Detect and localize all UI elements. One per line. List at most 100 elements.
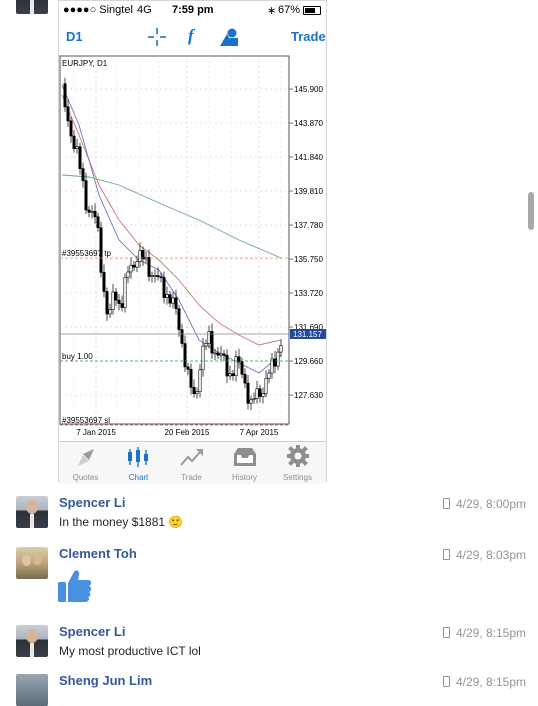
candle bbox=[255, 388, 259, 399]
candle bbox=[261, 393, 265, 397]
candle bbox=[219, 353, 223, 356]
current-price: 131.157 bbox=[293, 330, 322, 339]
candle bbox=[237, 356, 241, 362]
candle bbox=[210, 331, 214, 354]
candle bbox=[231, 373, 235, 377]
tab-chart-label: Chart bbox=[128, 473, 149, 482]
candle bbox=[72, 135, 76, 149]
candle bbox=[168, 294, 172, 304]
candle bbox=[129, 264, 133, 273]
indicators-button[interactable]: f bbox=[188, 26, 194, 46]
y-tick-label: 139.810 bbox=[294, 187, 323, 196]
y-tick-label: 129.660 bbox=[294, 357, 323, 366]
tab-chart[interactable]: Chart bbox=[112, 442, 165, 484]
candle bbox=[75, 146, 79, 149]
bluetooth-icon: ∗ bbox=[267, 5, 277, 17]
candle bbox=[150, 275, 154, 277]
candle bbox=[132, 264, 136, 268]
candle bbox=[243, 373, 247, 384]
candle bbox=[126, 271, 130, 278]
candle bbox=[240, 361, 244, 375]
avatar-spencer-li[interactable] bbox=[16, 625, 48, 657]
candle bbox=[234, 356, 238, 377]
candle bbox=[192, 387, 196, 395]
candle bbox=[279, 345, 283, 353]
candle bbox=[147, 257, 151, 277]
candle bbox=[171, 297, 175, 304]
candle bbox=[267, 372, 271, 379]
candle bbox=[162, 277, 166, 298]
candle bbox=[90, 210, 94, 213]
avatar-spencer-li[interactable] bbox=[16, 496, 48, 528]
message-timestamp: 4/29, 8:00pm bbox=[442, 497, 526, 511]
avatar-sheng-jun-lim[interactable] bbox=[16, 674, 48, 706]
candle bbox=[63, 83, 67, 108]
candle bbox=[111, 291, 115, 310]
candle bbox=[114, 291, 118, 301]
candle bbox=[84, 180, 88, 211]
candle bbox=[216, 352, 220, 356]
candle bbox=[135, 261, 139, 268]
candle bbox=[258, 388, 262, 397]
clock: 7:59 pm bbox=[172, 4, 214, 16]
candle bbox=[225, 354, 229, 377]
sender-name[interactable]: Clement Toh bbox=[59, 546, 137, 561]
candle bbox=[138, 250, 142, 262]
y-tick-label: 135.750 bbox=[294, 255, 323, 264]
y-tick-label: 145.900 bbox=[294, 85, 323, 94]
tab-trade[interactable]: Trade bbox=[165, 442, 218, 484]
y-tick-label: 137.780 bbox=[294, 221, 323, 230]
candle bbox=[96, 216, 100, 229]
candle bbox=[252, 398, 256, 401]
tab-settings[interactable]: Settings bbox=[271, 442, 324, 484]
candle bbox=[174, 297, 178, 310]
mobile-icon bbox=[442, 498, 450, 509]
candle bbox=[183, 343, 187, 368]
battery-icon bbox=[303, 6, 321, 15]
candle bbox=[87, 209, 91, 213]
message-timestamp: 4/29, 8:15pm bbox=[442, 626, 526, 640]
message-timestamp: 4/29, 8:03pm bbox=[442, 548, 526, 562]
candle bbox=[78, 146, 82, 169]
mobile-icon bbox=[442, 549, 450, 560]
tab-settings-label: Settings bbox=[283, 473, 312, 482]
trade-button[interactable]: Trade bbox=[291, 29, 326, 44]
sender-name[interactable]: Spencer Li bbox=[59, 624, 125, 639]
shared-screenshot[interactable]: ●●●●○ Singtel 4G 7:59 pm ∗ 67% D1 f Trad… bbox=[58, 0, 327, 484]
sender-name[interactable]: Spencer Li bbox=[59, 495, 125, 510]
price-chart[interactable]: 145.900 143.870 141.840 139.810 137.780 135.7… bbox=[59, 55, 326, 441]
crosshair-icon[interactable] bbox=[147, 27, 167, 47]
candle bbox=[120, 303, 124, 308]
candle bbox=[81, 168, 85, 181]
candle bbox=[195, 391, 199, 395]
objects-icon[interactable] bbox=[219, 27, 239, 47]
message-text: My most productive ICT lol bbox=[59, 644, 201, 658]
candle bbox=[213, 352, 217, 355]
carrier: ●●●●○ Singtel bbox=[63, 4, 133, 16]
avatar-spencer-li-top[interactable] bbox=[16, 0, 48, 14]
history-icon bbox=[234, 448, 256, 466]
tab-history-label: History bbox=[232, 473, 257, 482]
candle bbox=[108, 309, 112, 315]
tp-label: #39553697 tp bbox=[62, 249, 111, 258]
candle bbox=[93, 210, 97, 218]
avatar-clement-toh[interactable] bbox=[16, 547, 48, 579]
candle bbox=[123, 276, 127, 308]
quotes-icon bbox=[76, 448, 96, 467]
chart-symbol: EURJPY, D1 bbox=[62, 59, 108, 68]
candle bbox=[117, 299, 121, 304]
status-bar: ●●●●○ Singtel 4G 7:59 pm ∗ 67% bbox=[59, 1, 326, 21]
candle bbox=[189, 369, 193, 388]
candle bbox=[198, 369, 202, 392]
sender-name[interactable]: Sheng Jun Lim bbox=[59, 673, 152, 688]
tab-quotes[interactable]: Quotes bbox=[59, 442, 112, 484]
candle bbox=[105, 291, 109, 315]
candle bbox=[222, 353, 226, 356]
candle bbox=[228, 373, 232, 377]
candle bbox=[273, 358, 277, 367]
tab-history[interactable]: History bbox=[218, 442, 271, 484]
scrollbar-thumb[interactable] bbox=[528, 192, 534, 230]
candle bbox=[264, 378, 268, 394]
tab-bar: Quotes Chart Trade History Settings bbox=[59, 441, 326, 484]
timeframe-button[interactable]: D1 bbox=[66, 29, 83, 44]
